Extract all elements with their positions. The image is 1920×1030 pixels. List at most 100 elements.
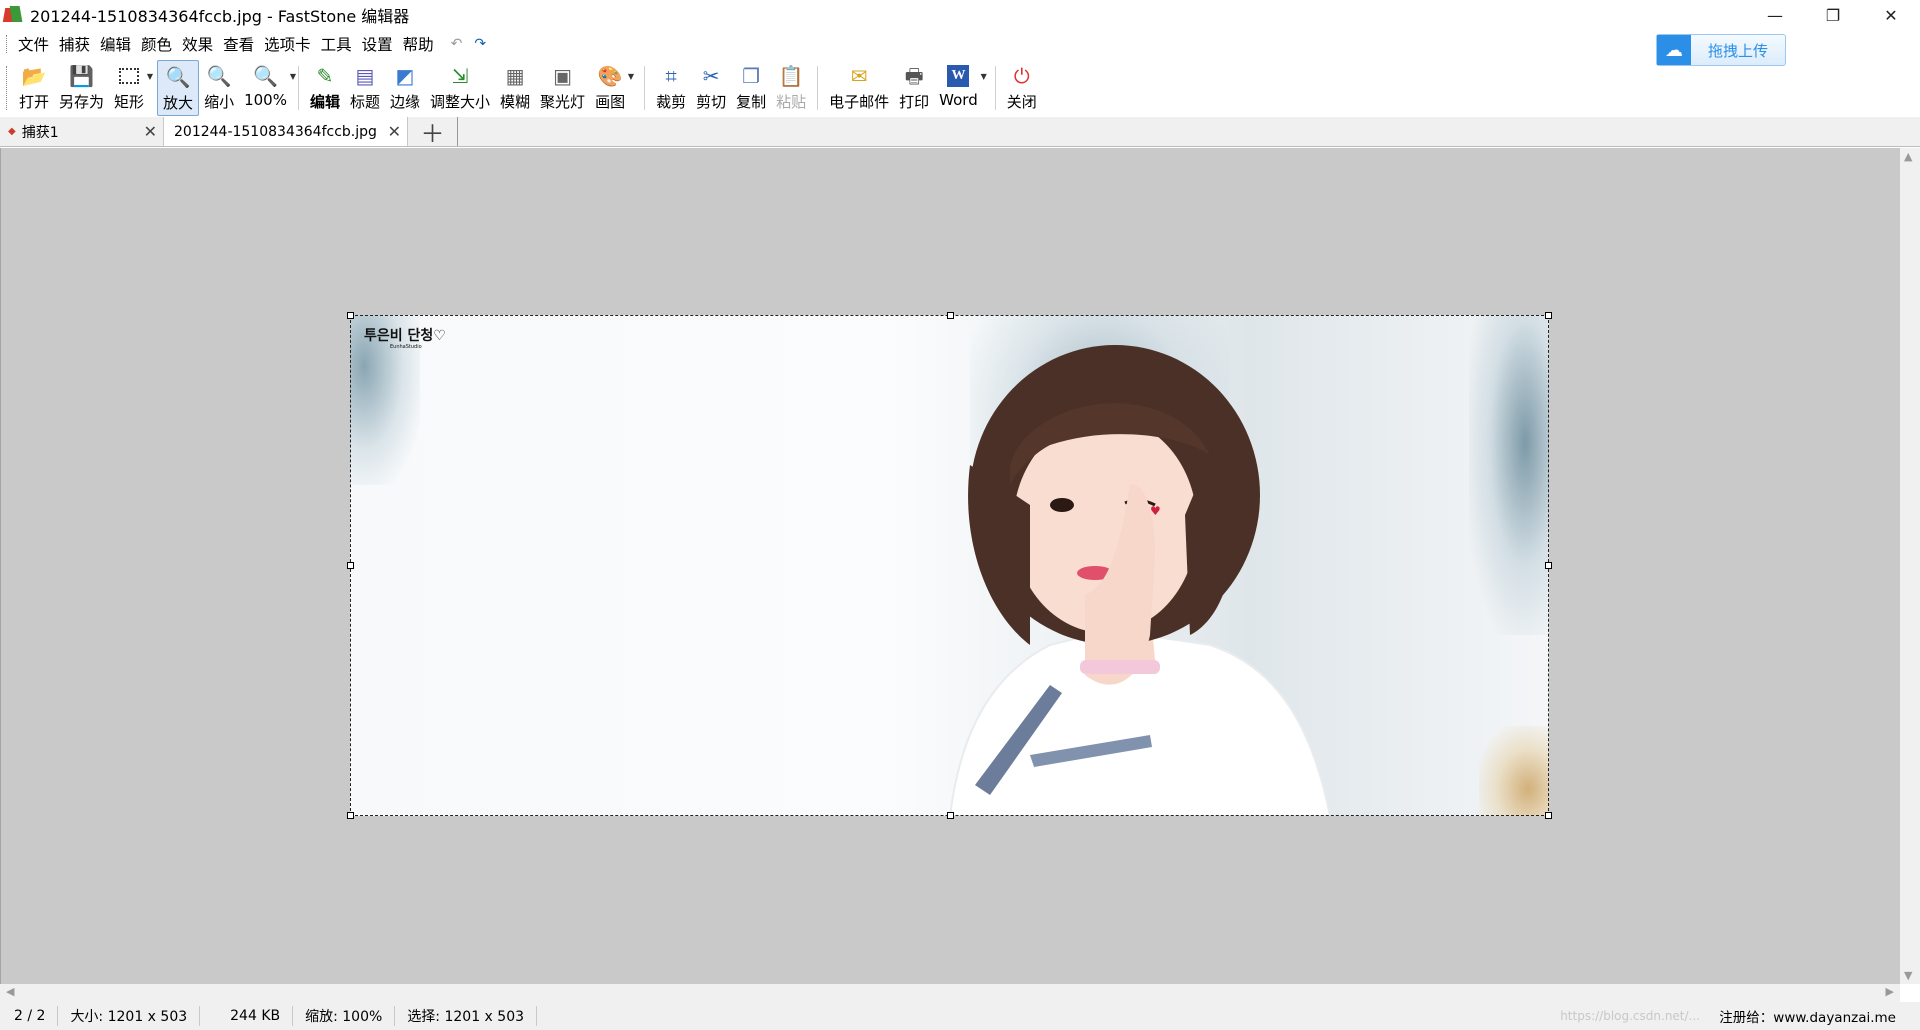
edge-label: 边缘 (390, 93, 421, 111)
save-as-button[interactable]: 💾 另存为 (54, 60, 109, 116)
tab-image-file[interactable]: 201244-1510834364fccb.jpg ✕ (164, 117, 408, 146)
zoom-out-label: 缩小 (204, 93, 235, 111)
tab-close-icon[interactable]: ✕ (388, 122, 401, 141)
menu-bar: 文件 捕获 编辑 颜色 效果 查看 选项卡 工具 设置 帮助 ↶ ↷ (0, 30, 1920, 58)
tab-label: 捕获1 (21, 124, 59, 141)
printer-icon: 🖶 (904, 64, 924, 88)
menu-effects[interactable]: 效果 (177, 33, 218, 55)
add-tab-button[interactable]: ＋ (408, 117, 458, 148)
vertical-scrollbar[interactable]: ▲ ▼ (1900, 148, 1920, 984)
cut-label: 剪切 (696, 93, 727, 111)
zoom-out-icon: 🔍 (206, 64, 232, 88)
power-icon: ⏻ (1013, 64, 1030, 88)
resize-label: 调整大小 (430, 93, 491, 111)
paste-label: 粘贴 (776, 93, 807, 111)
open-button[interactable]: 📂 打开 (14, 60, 54, 116)
scroll-down-icon[interactable]: ▼ (1904, 969, 1912, 982)
blog-watermark: https://blog.csdn.net/... (1560, 1009, 1700, 1023)
toolbar-separator (644, 66, 646, 110)
edit-button[interactable]: ✎ 编辑 (305, 60, 345, 116)
scroll-left-icon[interactable]: ◀ (6, 985, 14, 998)
upload-label: 拖拽上传 (1707, 41, 1768, 60)
crop-icon: ⌗ (665, 64, 677, 88)
zoom-level-button[interactable]: 🔍 100% ▼ (239, 60, 296, 116)
email-label: 电子邮件 (829, 93, 890, 111)
toolbar: 📂 打开 💾 另存为 矩形 ▼ 🔍 放大 🔍 缩小 🔍 100% ▼ ✎ 编辑 … (0, 60, 1920, 116)
magnifier-icon: 🔍 (253, 64, 278, 88)
palette-icon: 🎨 (597, 64, 623, 88)
dropdown-arrow-icon[interactable]: ▼ (147, 72, 153, 81)
resize-button[interactable]: ⇲ 调整大小 (425, 60, 495, 116)
open-label: 打开 (19, 93, 50, 111)
zoom-in-button[interactable]: 🔍 放大 (157, 60, 200, 116)
draw-label: 画图 (595, 93, 626, 111)
menu-grip[interactable] (6, 35, 9, 53)
close-window-button[interactable]: ✕ (1862, 0, 1920, 30)
email-button[interactable]: ✉ 电子邮件 (824, 60, 894, 116)
status-selection: 选择: 1201 x 503 (395, 1006, 538, 1026)
menu-file[interactable]: 文件 (13, 33, 54, 55)
minimize-button[interactable]: — (1746, 0, 1804, 30)
restore-button[interactable]: ❐ (1804, 0, 1862, 30)
modified-dot-icon: ◆ (8, 126, 16, 137)
menu-tabs[interactable]: 选项卡 (259, 33, 316, 55)
draw-button[interactable]: 🎨 画图 ▼ (590, 60, 634, 116)
dropdown-arrow-icon[interactable]: ▼ (290, 72, 296, 81)
toolbar-grip[interactable] (6, 66, 10, 110)
crop-button[interactable]: ⌗ 裁剪 (651, 60, 691, 116)
rectangle-select-icon (116, 63, 142, 89)
undo-icon[interactable]: ↶ (451, 36, 463, 52)
word-button[interactable]: W Word ▼ (934, 60, 987, 116)
tab-capture1[interactable]: ◆ 捕获1 ✕ (0, 117, 164, 146)
dropdown-arrow-icon[interactable]: ▼ (628, 72, 634, 81)
copy-label: 复制 (736, 93, 767, 111)
status-page: 2 / 2 (0, 1006, 59, 1026)
rect-select-button[interactable]: 矩形 ▼ (109, 60, 153, 116)
caption-icon: ▤ (355, 64, 375, 88)
menu-view[interactable]: 查看 (218, 33, 259, 55)
window-controls: — ❐ ✕ (1746, 0, 1920, 30)
menu-settings[interactable]: 设置 (357, 33, 398, 55)
spotlight-button[interactable]: ▣ 聚光灯 (535, 60, 590, 116)
toolbar-separator (817, 66, 819, 110)
redo-icon[interactable]: ↷ (474, 36, 486, 52)
save-as-label: 另存为 (59, 93, 105, 111)
cut-button[interactable]: ✂ 剪切 (691, 60, 731, 116)
blur-label: 模糊 (500, 93, 531, 111)
window-title: 201244-1510834364fccb.jpg - FastStone 编辑… (30, 7, 410, 26)
envelope-icon: ✉ (850, 64, 868, 88)
caption-button[interactable]: ▤ 标题 (345, 60, 385, 116)
zoom-out-button[interactable]: 🔍 缩小 (199, 60, 239, 116)
horizontal-scrollbar[interactable]: ◀ ▶ (0, 984, 1900, 1002)
dropdown-arrow-icon[interactable]: ▼ (981, 72, 987, 81)
rect-label: 矩形 (114, 93, 145, 111)
menu-edit[interactable]: 编辑 (95, 33, 136, 55)
status-bar: 2 / 2 大小: 1201 x 503 244 KB 缩放: 100% 选择:… (0, 1002, 1920, 1030)
resize-icon: ⇲ (451, 64, 469, 88)
edit-label: 编辑 (309, 93, 340, 111)
menu-color[interactable]: 颜色 (136, 33, 177, 55)
portrait-figure: ♥ (948, 345, 1332, 816)
menu-help[interactable]: 帮助 (398, 33, 439, 55)
status-zoom: 缩放: 100% (293, 1006, 396, 1026)
blur-icon: ▦ (505, 64, 525, 88)
menu-capture[interactable]: 捕获 (54, 33, 95, 55)
menu-tools[interactable]: 工具 (316, 33, 357, 55)
zoom-in-label: 放大 (163, 94, 194, 112)
zoom-level-label: 100% (244, 91, 287, 109)
print-button[interactable]: 🖶 打印 (894, 60, 934, 116)
scissors-icon: ✂ (702, 64, 720, 88)
faststone-app-icon (2, 6, 23, 24)
scroll-right-icon[interactable]: ▶ (1886, 985, 1894, 998)
paste-button[interactable]: 📋 粘贴 (771, 60, 811, 116)
tab-close-icon[interactable]: ✕ (144, 122, 157, 141)
print-label: 打印 (899, 93, 930, 111)
copy-icon: ❐ (742, 64, 761, 88)
blur-button[interactable]: ▦ 模糊 (495, 60, 535, 116)
edge-button[interactable]: ◩ 边缘 (385, 60, 425, 116)
scroll-up-icon[interactable]: ▲ (1904, 150, 1912, 163)
copy-button[interactable]: ❐ 复制 (731, 60, 771, 116)
photo-image[interactable]: ♥ 투은비 단청♡ EunhaStudio (350, 315, 1549, 816)
status-filesize: 244 KB (200, 1006, 294, 1026)
close-button[interactable]: ⏻ 关闭 (1002, 60, 1042, 116)
